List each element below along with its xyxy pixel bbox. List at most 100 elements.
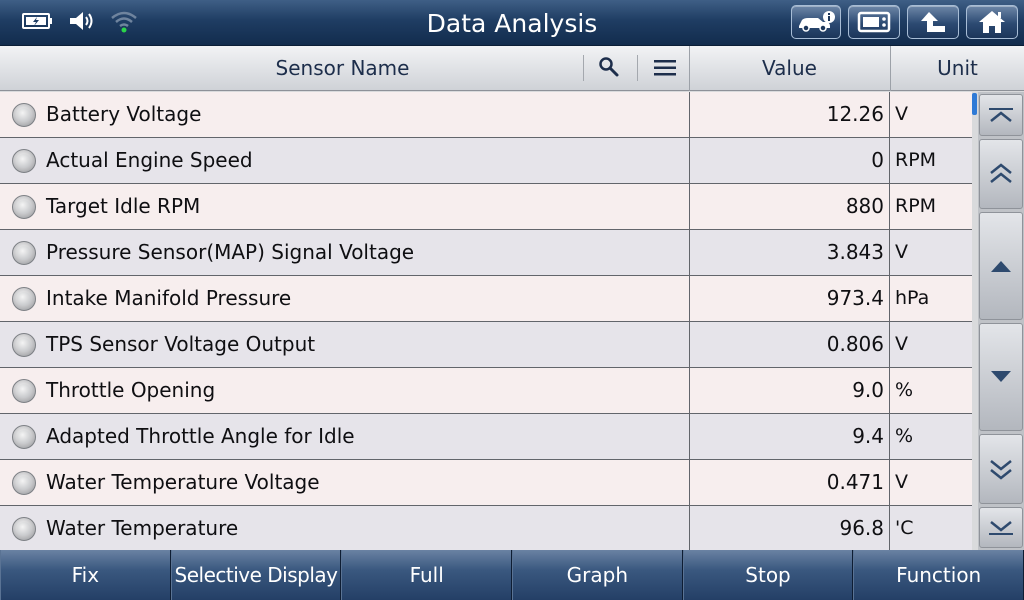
sensor-name: Adapted Throttle Angle for Idle <box>46 424 355 448</box>
unit-cell: V <box>889 460 972 505</box>
scroll-top-icon <box>989 108 1013 122</box>
sensor-table: Battery Voltage 12.26 V Actual Engine Sp… <box>0 92 972 550</box>
full-button[interactable]: Full <box>341 550 513 600</box>
sensor-unit: V <box>895 471 908 493</box>
scroll-position-indicator[interactable] <box>972 93 977 115</box>
sensor-value: 9.0 <box>852 378 884 402</box>
value-cell: 0.806 <box>689 322 889 367</box>
row-select-radio[interactable] <box>12 149 36 173</box>
sensor-value: 3.843 <box>826 240 884 264</box>
search-icon[interactable] <box>598 56 620 78</box>
stop-button[interactable]: Stop <box>682 550 854 600</box>
function-button[interactable]: Function <box>853 550 1024 600</box>
page-up-icon <box>990 163 1012 183</box>
sensor-name: Battery Voltage <box>46 102 202 126</box>
unit-cell: hPa <box>889 276 972 321</box>
sensor-unit: % <box>895 425 914 447</box>
sensor-unit: RPM <box>895 195 937 217</box>
sensor-unit: 'C <box>895 517 914 539</box>
line-up-button[interactable] <box>979 212 1023 320</box>
sensor-name-header[interactable]: Sensor Name <box>0 46 688 91</box>
line-up-icon <box>991 261 1011 272</box>
header-divider <box>583 55 584 81</box>
row-select-radio[interactable] <box>12 333 36 357</box>
unit-cell: RPM <box>889 138 972 183</box>
sensor-unit: % <box>895 379 914 401</box>
sensor-value: 96.8 <box>839 516 884 540</box>
table-row[interactable]: Battery Voltage 12.26 V <box>0 92 972 138</box>
scroll-top-button[interactable] <box>979 94 1023 136</box>
sensor-name: TPS Sensor Voltage Output <box>46 332 316 356</box>
unit-header: Unit <box>890 46 1024 91</box>
unit-cell: % <box>889 414 972 459</box>
unit-cell: V <box>889 92 972 137</box>
row-select-radio[interactable] <box>12 379 36 403</box>
unit-cell: V <box>889 322 972 367</box>
value-cell: 3.843 <box>689 230 889 275</box>
home-icon <box>979 11 1005 33</box>
top-toolbar <box>791 5 1018 39</box>
sensor-name: Pressure Sensor(MAP) Signal Voltage <box>46 240 415 264</box>
page-down-icon <box>990 460 1012 480</box>
table-header: Sensor Name Value Unit <box>0 46 1024 91</box>
bottom-toolbar: Fix Selective Display Full Graph Stop Fu… <box>0 550 1024 600</box>
monitor-button[interactable] <box>848 5 900 39</box>
line-down-button[interactable] <box>979 323 1023 431</box>
row-select-radio[interactable] <box>12 425 36 449</box>
row-select-radio[interactable] <box>12 471 36 495</box>
row-select-radio[interactable] <box>12 195 36 219</box>
sensor-name: Water Temperature <box>46 516 239 540</box>
table-row[interactable]: Water Temperature Voltage 0.471 V <box>0 460 972 506</box>
sensor-value: 0.806 <box>826 332 884 356</box>
sensor-unit: V <box>895 103 908 125</box>
value-cell: 880 <box>689 184 889 229</box>
title-bar: Data Analysis <box>0 0 1024 46</box>
sensor-name: Intake Manifold Pressure <box>46 286 292 310</box>
unit-cell: RPM <box>889 184 972 229</box>
line-down-icon <box>991 371 1011 382</box>
back-up-button[interactable] <box>907 5 959 39</box>
scroll-bottom-button[interactable] <box>979 507 1023 548</box>
table-row[interactable]: Throttle Opening 9.0 % <box>0 368 972 414</box>
value-cell: 0.471 <box>689 460 889 505</box>
unit-cell: V <box>889 230 972 275</box>
row-select-radio[interactable] <box>12 517 36 541</box>
sensor-value: 9.4 <box>852 424 884 448</box>
table-row[interactable]: Actual Engine Speed 0 RPM <box>0 138 972 184</box>
row-select-radio[interactable] <box>12 287 36 311</box>
value-cell: 0 <box>689 138 889 183</box>
header-divider <box>637 55 638 81</box>
scroll-controls <box>978 92 1024 550</box>
selective-display-button[interactable]: Selective Display <box>170 550 342 600</box>
menu-icon[interactable] <box>653 59 677 77</box>
sensor-name: Throttle Opening <box>46 378 216 402</box>
sensor-unit: V <box>895 241 908 263</box>
car-info-button[interactable] <box>791 5 841 39</box>
sensor-name: Actual Engine Speed <box>46 148 253 172</box>
scroll-bottom-icon <box>989 520 1013 535</box>
table-row[interactable]: Target Idle RPM 880 RPM <box>0 184 972 230</box>
table-row[interactable]: TPS Sensor Voltage Output 0.806 V <box>0 322 972 368</box>
value-cell: 973.4 <box>689 276 889 321</box>
table-row[interactable]: Water Temperature 96.8 'C <box>0 506 972 550</box>
sensor-name: Water Temperature Voltage <box>46 470 320 494</box>
row-select-radio[interactable] <box>12 103 36 127</box>
page-down-button[interactable] <box>979 434 1023 504</box>
table-row[interactable]: Intake Manifold Pressure 973.4 hPa <box>0 276 972 322</box>
table-row[interactable]: Adapted Throttle Angle for Idle 9.4 % <box>0 414 972 460</box>
sensor-name: Target Idle RPM <box>46 194 201 218</box>
row-select-radio[interactable] <box>12 241 36 265</box>
sensor-value: 0.471 <box>826 470 884 494</box>
graph-button[interactable]: Graph <box>512 550 683 600</box>
table-row[interactable]: Pressure Sensor(MAP) Signal Voltage 3.84… <box>0 230 972 276</box>
fix-button[interactable]: Fix <box>0 550 171 600</box>
sensor-value: 0 <box>871 148 884 172</box>
value-header: Value <box>689 46 889 91</box>
sensor-unit: RPM <box>895 149 937 171</box>
value-cell: 96.8 <box>689 506 889 550</box>
page-up-button[interactable] <box>979 139 1023 209</box>
unit-cell: 'C <box>889 506 972 550</box>
monitor-icon <box>857 11 891 33</box>
home-button[interactable] <box>966 5 1018 39</box>
unit-cell: % <box>889 368 972 413</box>
